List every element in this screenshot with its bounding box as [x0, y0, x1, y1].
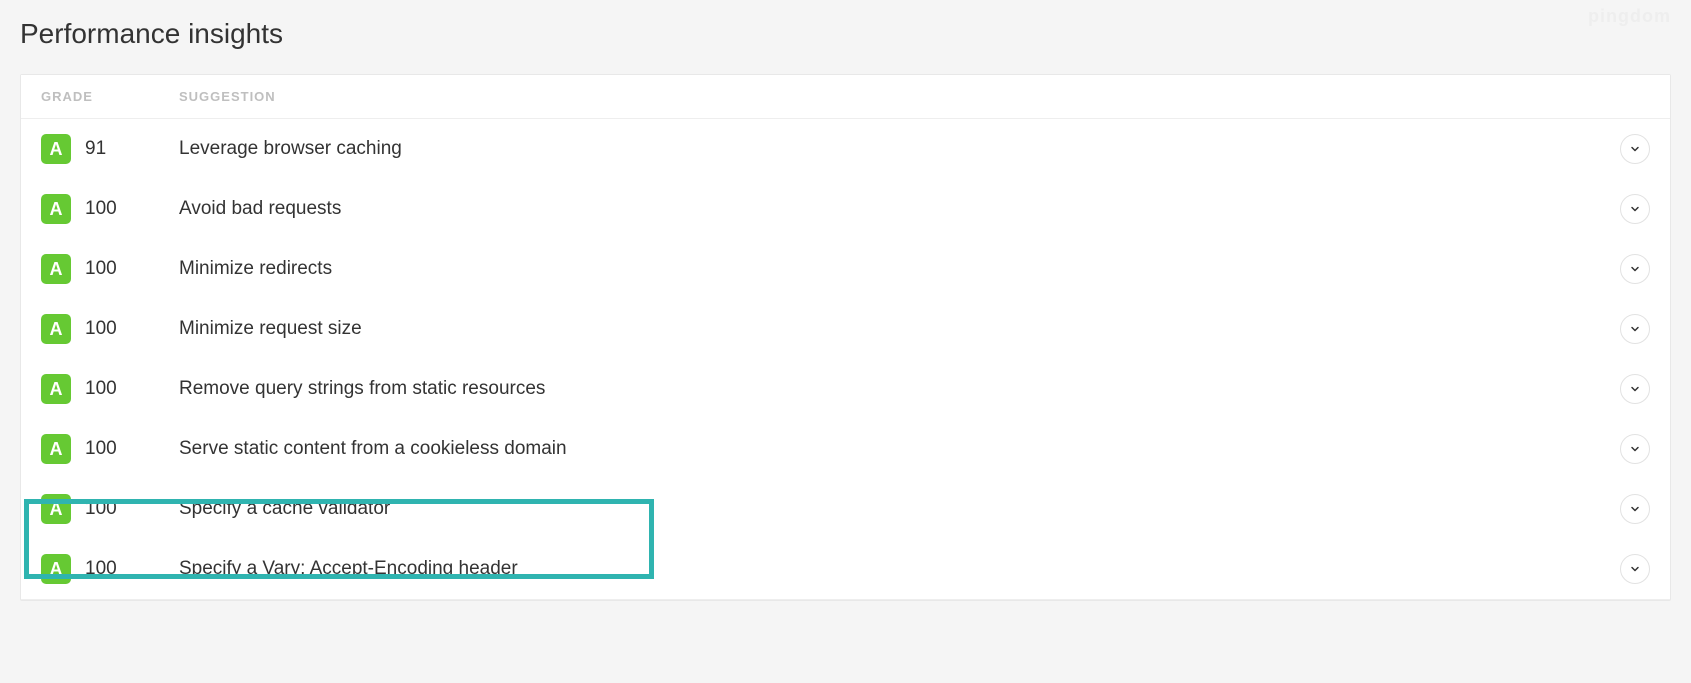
table-row[interactable]: A 100 Serve static content from a cookiele…	[21, 419, 1670, 479]
grade-badge: A	[41, 374, 71, 404]
suggestion-text: Minimize redirects	[179, 258, 1620, 280]
grade-score: 100	[85, 318, 117, 340]
expand-button[interactable]	[1620, 254, 1650, 284]
expand-button[interactable]	[1620, 194, 1650, 224]
table-row[interactable]: A 100 Minimize redirects	[21, 239, 1670, 299]
grade-score: 100	[85, 378, 117, 400]
chevron-down-icon	[1629, 203, 1641, 215]
table-row[interactable]: A 100 Minimize request size	[21, 299, 1670, 359]
chevron-down-icon	[1629, 563, 1641, 575]
expand-button[interactable]	[1620, 434, 1650, 464]
suggestion-text: Specify a cache validator	[179, 498, 1620, 520]
grade-score: 100	[85, 258, 117, 280]
grade-badge: A	[41, 134, 71, 164]
grade-score: 100	[85, 558, 117, 580]
grade-cell: A 100	[41, 494, 179, 524]
insights-container: Performance insights GRADE SUGGESTION A9…	[0, 0, 1691, 621]
expand-button[interactable]	[1620, 374, 1650, 404]
chevron-down-icon	[1629, 143, 1641, 155]
table-row[interactable]: A 100 Remove query strings from static res…	[21, 359, 1670, 419]
chevron-down-icon	[1629, 443, 1641, 455]
col-header-grade: GRADE	[41, 89, 179, 104]
suggestion-text: Specify a Vary: Accept-Encoding header	[179, 558, 1620, 580]
grade-badge: A	[41, 254, 71, 284]
chevron-down-icon	[1629, 323, 1641, 335]
expand-button[interactable]	[1620, 134, 1650, 164]
table-row[interactable]: A 100 Specify a cache validator	[21, 479, 1670, 539]
suggestion-text: Minimize request size	[179, 318, 1620, 340]
chevron-down-icon	[1629, 503, 1641, 515]
grade-score: 91	[85, 138, 106, 160]
suggestion-text: Leverage browser caching	[179, 138, 1620, 160]
expand-button[interactable]	[1620, 494, 1650, 524]
grade-badge: A	[41, 194, 71, 224]
grade-badge: A	[41, 434, 71, 464]
table-row[interactable]: A 100 Avoid bad requests	[21, 179, 1670, 239]
grade-cell: A 100	[41, 554, 179, 584]
grade-cell: A 100	[41, 314, 179, 344]
grade-cell: A 91	[41, 134, 179, 164]
grade-cell: A 100	[41, 194, 179, 224]
expand-button[interactable]	[1620, 554, 1650, 584]
grade-score: 100	[85, 438, 117, 460]
chevron-down-icon	[1629, 263, 1641, 275]
table-row[interactable]: A 100 Specify a Vary: Accept-Encoding head…	[21, 539, 1670, 600]
grade-score: 100	[85, 498, 117, 520]
grade-score: 100	[85, 198, 117, 220]
grade-badge: A	[41, 554, 71, 584]
watermark: pingdom	[1588, 6, 1671, 27]
col-header-suggestion: SUGGESTION	[179, 89, 1650, 104]
suggestion-text: Avoid bad requests	[179, 198, 1620, 220]
suggestion-text: Serve static content from a cookieless d…	[179, 438, 1620, 460]
insights-table: GRADE SUGGESTION A 91 Leverage browser cac…	[20, 74, 1671, 601]
grade-cell: A 100	[41, 374, 179, 404]
grade-badge: A	[41, 314, 71, 344]
page-title: Performance insights	[20, 18, 1671, 50]
expand-button[interactable]	[1620, 314, 1650, 344]
grade-cell: A 100	[41, 254, 179, 284]
grade-cell: A 100	[41, 434, 179, 464]
table-header: GRADE SUGGESTION	[21, 75, 1670, 119]
table-row[interactable]: A 91 Leverage browser caching	[21, 119, 1670, 179]
suggestion-text: Remove query strings from static resourc…	[179, 378, 1620, 400]
grade-badge: A	[41, 494, 71, 524]
chevron-down-icon	[1629, 383, 1641, 395]
